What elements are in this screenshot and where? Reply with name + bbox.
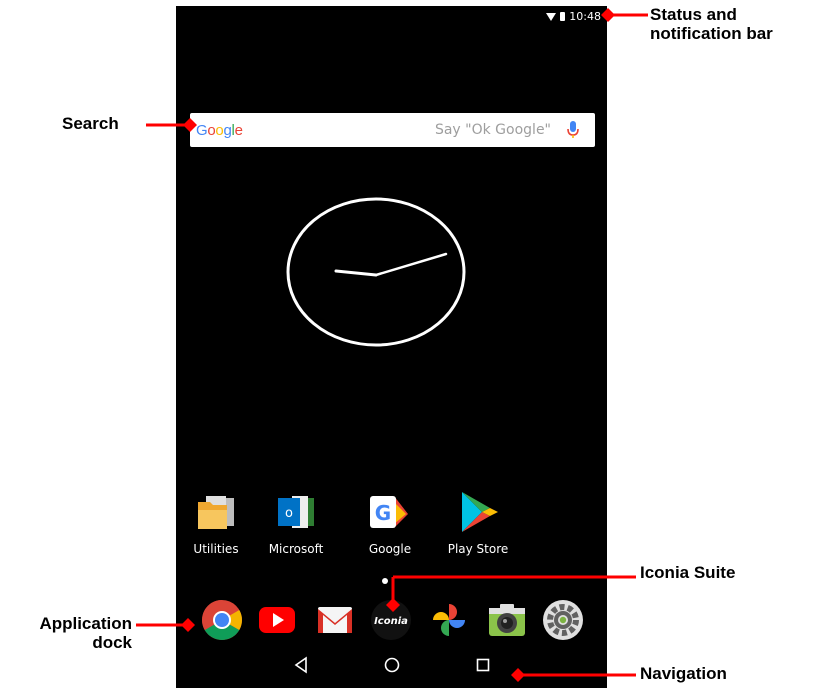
tablet-screen: 10:48 Google Say "Ok Google" Utilities o… [176, 6, 607, 688]
iconia-suite-icon[interactable]: Iconia [369, 598, 413, 642]
svg-text:G: G [375, 501, 391, 525]
camera-icon[interactable] [485, 598, 529, 642]
gmail-icon[interactable] [313, 598, 357, 642]
chrome-icon[interactable] [200, 598, 244, 642]
google-logo: Google [196, 121, 243, 139]
app-utilities[interactable]: Utilities [176, 490, 256, 556]
app-label: Play Store [447, 542, 509, 556]
utilities-folder-icon [194, 490, 238, 534]
arrow-status [601, 8, 648, 22]
app-label: Microsoft [268, 542, 324, 556]
home-icon[interactable] [381, 654, 403, 676]
settings-icon[interactable] [541, 598, 585, 642]
callout-status: Status and notification bar [650, 5, 773, 43]
callout-search: Search [62, 114, 119, 133]
status-time: 10:48 [569, 10, 601, 23]
google-search-bar[interactable]: Google Say "Ok Google" [190, 113, 595, 147]
app-label: Google [368, 542, 412, 556]
search-hint: Say "Ok Google" [434, 122, 551, 138]
recents-icon[interactable] [472, 654, 494, 676]
page-indicator [382, 578, 388, 584]
google-folder-icon: G [368, 490, 412, 534]
battery-icon [560, 12, 566, 21]
youtube-icon[interactable] [255, 598, 299, 642]
callout-iconia: Iconia Suite [640, 563, 736, 582]
back-icon[interactable] [291, 654, 313, 676]
iconia-label: Iconia [374, 616, 408, 627]
play-store-icon [456, 490, 500, 534]
microphone-icon[interactable] [565, 120, 581, 140]
app-microsoft[interactable]: o Microsoft [256, 490, 336, 556]
app-google[interactable]: G Google [350, 490, 430, 556]
microsoft-folder-icon: o [274, 490, 318, 534]
analog-clock-widget[interactable] [286, 197, 466, 347]
wifi-icon [546, 12, 557, 21]
svg-text:o: o [285, 506, 293, 521]
application-dock: Iconia [176, 598, 607, 642]
status-bar[interactable]: 10:48 [546, 10, 601, 23]
navigation-bar [176, 642, 607, 688]
callout-dock: Application dock [39, 614, 132, 652]
home-app-row: Utilities o Microsoft G Google Play Stor… [176, 490, 607, 570]
app-play-store[interactable]: Play Store [438, 490, 518, 556]
callout-navigation: Navigation [640, 664, 727, 683]
photos-icon[interactable] [427, 598, 471, 642]
page-dot [382, 578, 388, 584]
app-label: Utilities [193, 542, 239, 556]
